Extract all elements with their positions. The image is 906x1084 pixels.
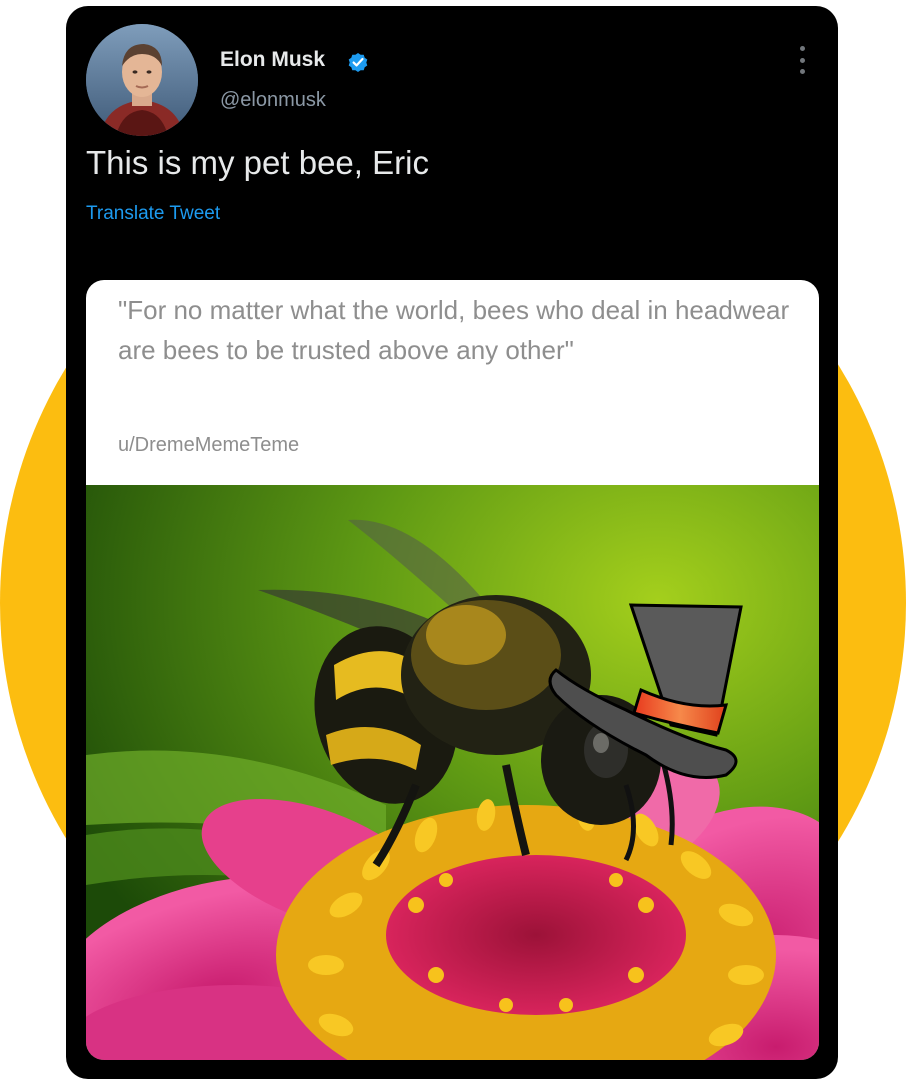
more-options-icon[interactable] bbox=[792, 42, 812, 78]
tweet-text: This is my pet bee, Eric bbox=[86, 144, 429, 181]
quote-author: u/DremeMemeTeme bbox=[118, 434, 300, 456]
quote-text: "For no matter what the world, bees who … bbox=[118, 295, 790, 365]
author-handle[interactable]: @elonmusk bbox=[220, 89, 326, 112]
tweet-card[interactable]: Elon Musk @elonmusk This is my pet bee, … bbox=[66, 6, 838, 1079]
verified-badge-icon bbox=[348, 53, 368, 72]
tweet-media[interactable]: "For no matter what the world, bees who … bbox=[86, 280, 819, 1060]
avatar[interactable] bbox=[86, 24, 198, 136]
bee-photo bbox=[86, 485, 819, 1060]
translate-tweet-link[interactable]: Translate Tweet bbox=[86, 203, 220, 225]
author-name[interactable]: Elon Musk bbox=[220, 48, 325, 72]
